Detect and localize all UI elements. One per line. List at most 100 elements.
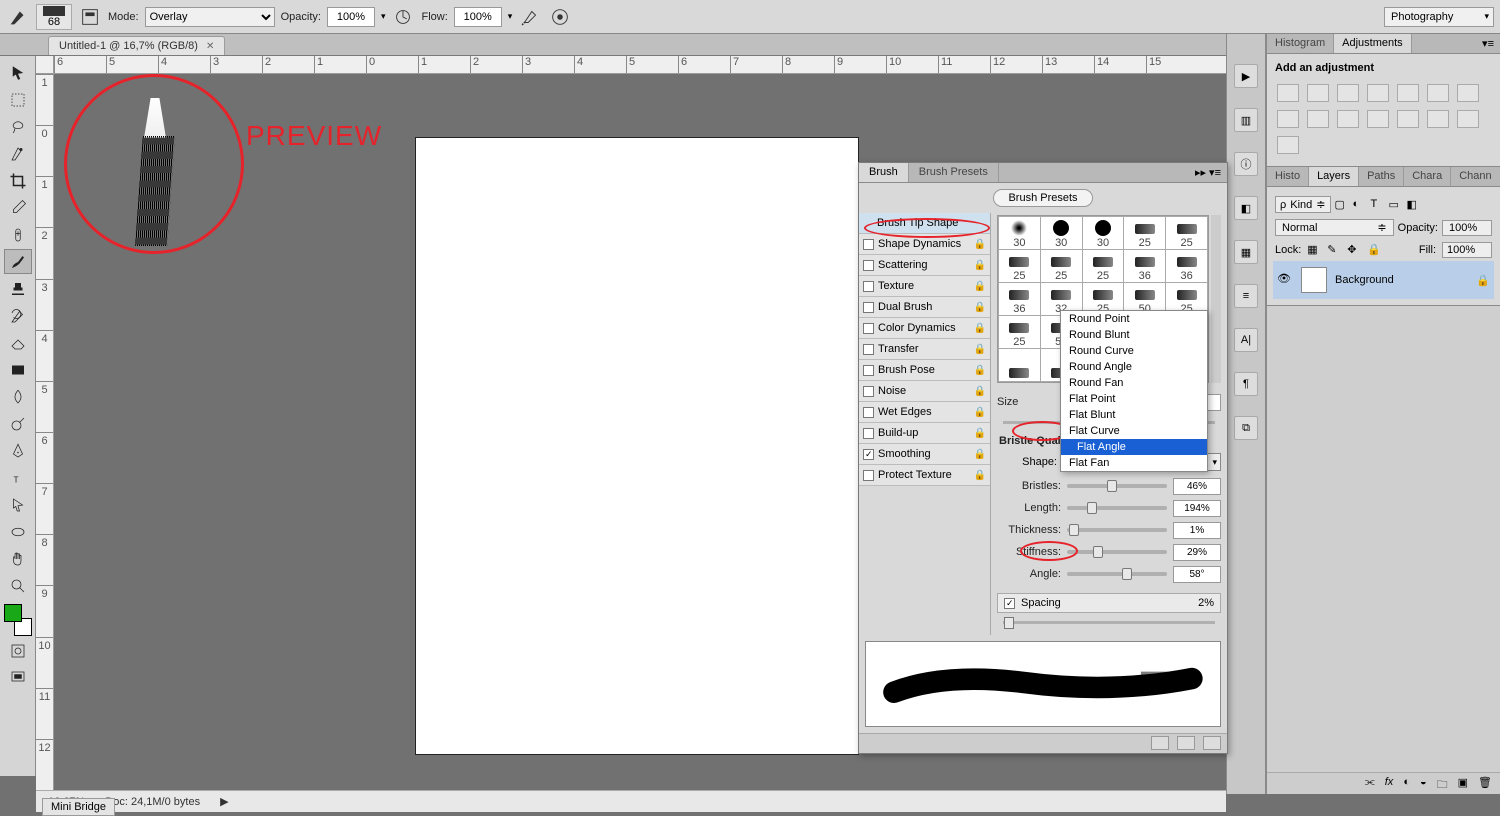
shape-menu-item-round-point[interactable]: Round Point (1061, 311, 1207, 327)
blend-mode-select[interactable]: Normal≑ (1275, 219, 1394, 236)
lock-all-icon[interactable]: 🔒 (1367, 243, 1381, 257)
layer-thumbnail[interactable] (1301, 267, 1327, 293)
brightness-icon[interactable] (1277, 84, 1299, 102)
stiffness-slider[interactable] (1067, 550, 1167, 554)
brush-option-brush-tip-shape[interactable]: Brush Tip Shape (859, 213, 990, 234)
color-swatches[interactable] (4, 604, 32, 636)
brush-tip-cell[interactable]: 25 (1124, 217, 1165, 249)
checkbox[interactable] (863, 302, 874, 313)
brush-tip-cell[interactable]: 25 (1041, 250, 1082, 282)
paragraph-icon[interactable]: ¶ (1234, 372, 1258, 396)
checkbox[interactable] (863, 365, 874, 376)
tab-histogram[interactable]: Histogram (1267, 34, 1334, 53)
brush-option-color-dynamics[interactable]: Color Dynamics🔒 (859, 318, 990, 339)
filter-type-icon[interactable]: T (1371, 198, 1385, 212)
shape-menu-item-flat-angle[interactable]: Flat Angle (1061, 439, 1207, 455)
brush-option-texture[interactable]: Texture🔒 (859, 276, 990, 297)
brush-tip-cell[interactable]: 36 (1124, 250, 1165, 282)
type-tool[interactable]: T (4, 465, 32, 490)
dodge-tool[interactable] (4, 411, 32, 436)
channel-mixer-icon[interactable] (1307, 110, 1329, 128)
color-lookup-icon[interactable] (1337, 110, 1359, 128)
angle-slider[interactable] (1067, 572, 1167, 576)
exposure-icon[interactable] (1367, 84, 1389, 102)
brush-tip-cell[interactable]: 30 (1041, 217, 1082, 249)
eyedropper-tool[interactable] (4, 195, 32, 220)
tab-adjustments[interactable]: Adjustments (1334, 34, 1412, 53)
brush-option-transfer[interactable]: Transfer🔒 (859, 339, 990, 360)
brush-tip-cell[interactable] (999, 349, 1040, 381)
opacity-value[interactable]: 100% (327, 7, 375, 27)
bw-icon[interactable] (1457, 84, 1479, 102)
spacing-checkbox[interactable] (1004, 598, 1015, 609)
visibility-icon[interactable]: 👁 (1277, 272, 1293, 288)
shape-menu-item-round-curve[interactable]: Round Curve (1061, 343, 1207, 359)
flow-value[interactable]: 100% (454, 7, 502, 27)
lasso-tool[interactable] (4, 114, 32, 139)
layer-item-background[interactable]: 👁 Background 🔒 (1273, 261, 1494, 299)
info-icon[interactable]: ⓘ (1234, 152, 1258, 176)
brush-option-dual-brush[interactable]: Dual Brush🔒 (859, 297, 990, 318)
brush-tip-cell[interactable]: 25 (1083, 250, 1124, 282)
pressure-size-icon[interactable] (548, 5, 572, 29)
tab-paths[interactable]: Paths (1359, 167, 1404, 186)
tab-brush[interactable]: Brush (859, 163, 909, 182)
brush-tip-cell[interactable]: 25 (1166, 217, 1207, 249)
healing-brush-tool[interactable] (4, 222, 32, 247)
tab-chara[interactable]: Chara (1404, 167, 1451, 186)
tab-histo[interactable]: Histo (1267, 167, 1309, 186)
zoom-tool[interactable] (4, 573, 32, 598)
tab-brush-presets[interactable]: Brush Presets (909, 163, 999, 182)
styles-icon[interactable]: ≡ (1234, 284, 1258, 308)
posterize-icon[interactable] (1397, 110, 1419, 128)
checkbox[interactable] (863, 470, 874, 481)
shape-menu-item-flat-blunt[interactable]: Flat Blunt (1061, 407, 1207, 423)
checkbox[interactable] (863, 281, 874, 292)
brush-presets-button[interactable]: Brush Presets (993, 189, 1092, 207)
close-icon[interactable]: ✕ (206, 41, 214, 52)
document-tab[interactable]: Untitled-1 @ 16,7% (RGB/8) ✕ (48, 36, 225, 55)
clone-icon[interactable]: ⧉ (1234, 416, 1258, 440)
brush-option-brush-pose[interactable]: Brush Pose🔒 (859, 360, 990, 381)
new-adjust-icon[interactable]: ◒ (1420, 776, 1427, 791)
checkbox[interactable] (863, 323, 874, 334)
shape-menu-item-round-blunt[interactable]: Round Blunt (1061, 327, 1207, 343)
trash-icon[interactable]: 🗑 (1478, 776, 1492, 791)
brush-tool[interactable] (4, 249, 32, 274)
brush-option-build-up[interactable]: Build-up🔒 (859, 423, 990, 444)
new-layer-icon[interactable]: ▣ (1458, 776, 1468, 791)
move-tool[interactable] (4, 60, 32, 85)
link-icon[interactable]: ⫘ (1365, 776, 1375, 791)
panel-menu-icon[interactable]: ▾≡ (1476, 34, 1500, 53)
lock-position-icon[interactable]: ✥ (1347, 243, 1361, 257)
screen-mode-icon[interactable] (4, 665, 32, 690)
brush-option-noise[interactable]: Noise🔒 (859, 381, 990, 402)
brush-panel-menu-icon[interactable]: ▸▸ ▾≡ (1189, 163, 1227, 182)
group-icon[interactable]: 🗀 (1437, 776, 1448, 791)
gradient-map-icon[interactable] (1457, 110, 1479, 128)
brush-tip-cell[interactable]: 25 (999, 250, 1040, 282)
brush-tip-cell[interactable]: 36 (1166, 250, 1207, 282)
color-icon[interactable]: ◧ (1234, 196, 1258, 220)
spacing-value[interactable]: 2% (1198, 597, 1214, 609)
brush-option-protect-texture[interactable]: Protect Texture🔒 (859, 465, 990, 486)
bristles-slider[interactable] (1067, 484, 1167, 488)
filter-shape-icon[interactable]: ▭ (1389, 198, 1403, 212)
marquee-tool[interactable] (4, 87, 32, 112)
eraser-tool[interactable] (4, 330, 32, 355)
mini-bridge-tab[interactable]: Mini Bridge (42, 798, 115, 816)
vibrance-icon[interactable] (1397, 84, 1419, 102)
fx-icon[interactable]: fx (1385, 776, 1394, 791)
tab-chann[interactable]: Chann (1451, 167, 1500, 186)
pressure-opacity-icon[interactable] (391, 5, 415, 29)
layers-opacity-value[interactable]: 100% (1442, 220, 1492, 236)
brush-preset-picker[interactable]: 68 (36, 4, 72, 30)
threshold-icon[interactable] (1427, 110, 1449, 128)
fill-value[interactable]: 100% (1442, 242, 1492, 258)
checkbox[interactable] (863, 239, 874, 250)
brush-option-wet-edges[interactable]: Wet Edges🔒 (859, 402, 990, 423)
mask-icon[interactable]: ◐ (1403, 776, 1410, 791)
thickness-value[interactable]: 1% (1173, 522, 1221, 539)
hand-tool[interactable] (4, 546, 32, 571)
selective-color-icon[interactable] (1277, 136, 1299, 154)
